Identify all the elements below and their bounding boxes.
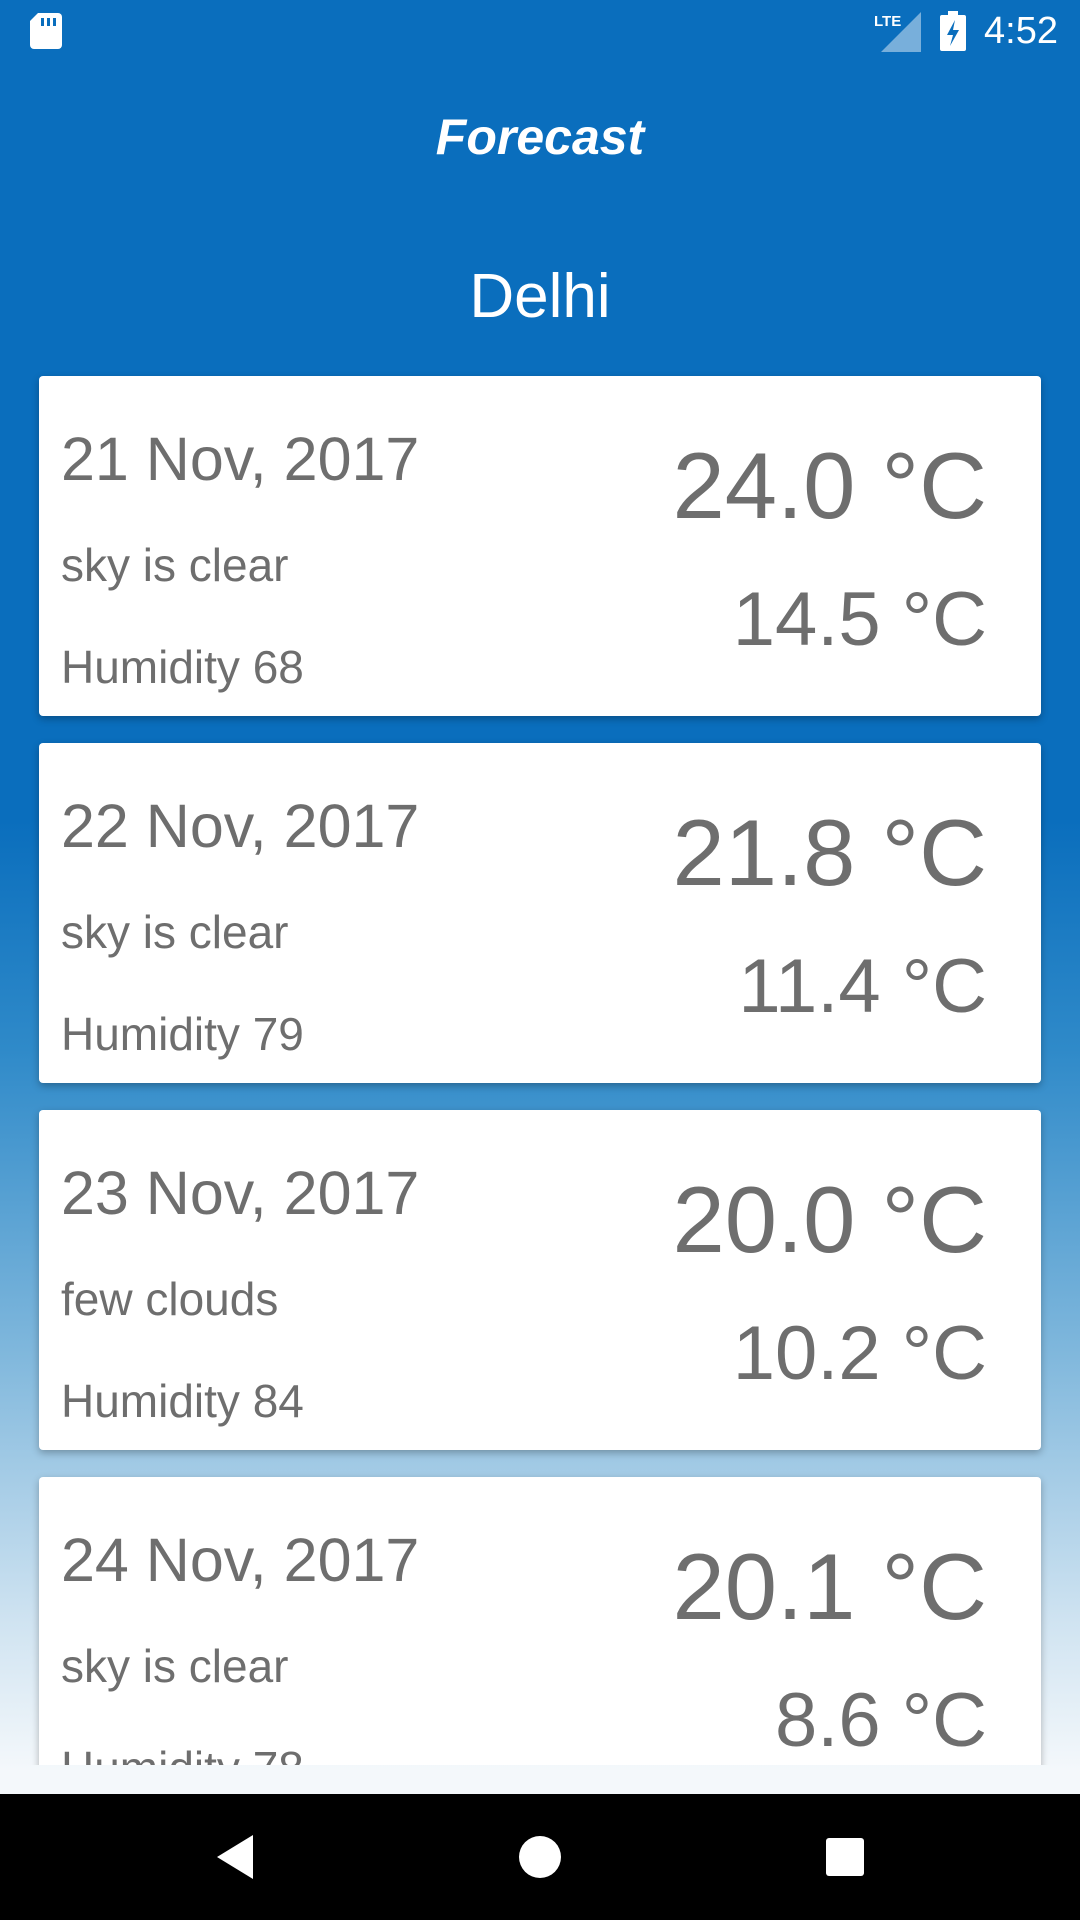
humidity-label: Humidity 79 [61, 1008, 304, 1060]
min-temperature: 14.5 °C [732, 577, 987, 662]
max-temperature: 24.0 °C [672, 433, 987, 538]
max-temperature: 20.1 °C [672, 1534, 987, 1639]
recents-button[interactable] [785, 1794, 905, 1920]
navigation-bar [0, 1794, 1080, 1920]
weather-description: sky is clear [61, 906, 289, 958]
min-temperature: 8.6 °C [774, 1678, 987, 1763]
weather-description: sky is clear [61, 539, 289, 591]
humidity-label: Humidity 78 [61, 1741, 304, 1765]
max-temperature: 21.8 °C [672, 800, 987, 905]
app-screen: LTE 4:52 Forecast Delhi 21 Nov, 2017 sky… [0, 0, 1080, 1794]
weather-description: few clouds [61, 1273, 279, 1325]
forecast-card[interactable]: 23 Nov, 2017 few clouds Humidity 84 20.0… [39, 1110, 1041, 1450]
humidity-label: Humidity 84 [61, 1375, 304, 1427]
home-icon [519, 1836, 561, 1878]
forecast-date: 21 Nov, 2017 [61, 425, 420, 493]
forecast-card[interactable]: 21 Nov, 2017 sky is clear Humidity 68 24… [39, 376, 1041, 716]
forecast-date: 22 Nov, 2017 [61, 792, 420, 860]
forecast-date: 23 Nov, 2017 [61, 1159, 420, 1227]
humidity-label: Humidity 68 [61, 641, 304, 693]
weather-description: sky is clear [61, 1640, 289, 1692]
home-button[interactable] [480, 1794, 600, 1920]
min-temperature: 10.2 °C [732, 1311, 987, 1396]
forecast-card[interactable]: 22 Nov, 2017 sky is clear Humidity 79 21… [39, 743, 1041, 1083]
min-temperature: 11.4 °C [738, 944, 987, 1029]
forecast-list[interactable]: 21 Nov, 2017 sky is clear Humidity 68 24… [0, 0, 1080, 1765]
back-icon [217, 1835, 253, 1879]
forecast-date: 24 Nov, 2017 [61, 1526, 420, 1594]
back-button[interactable] [175, 1794, 295, 1920]
recents-icon [826, 1838, 864, 1876]
max-temperature: 20.0 °C [672, 1167, 987, 1272]
forecast-card[interactable]: 24 Nov, 2017 sky is clear Humidity 78 20… [39, 1477, 1041, 1765]
